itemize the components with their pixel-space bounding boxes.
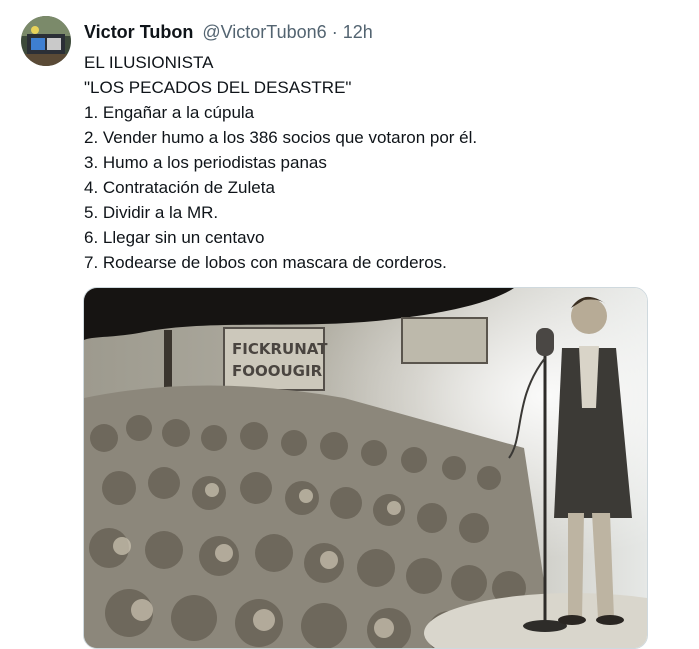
tweet-line: "LOS PECADOS DEL DESASTRE" — [84, 78, 352, 97]
tweet-media-image[interactable]: FICKRUNAT FOOOUGIR — [83, 287, 648, 649]
tweet-header: Victor Tubon @VictorTubon6 · 12h — [84, 21, 373, 43]
author-handle[interactable]: @VictorTubon6 — [202, 22, 326, 42]
tweet-text: EL ILUSIONISTA "LOS PECADOS DEL DESASTRE… — [84, 50, 684, 275]
banner-text-1: FICKRUNAT — [232, 340, 328, 358]
tweet-line: 4. Contratación de Zuleta — [84, 178, 275, 197]
author-display-name[interactable]: Victor Tubon — [84, 22, 193, 42]
tweet-line: 3. Humo a los periodistas panas — [84, 153, 327, 172]
avatar-image — [21, 16, 71, 66]
tweet-line: EL ILUSIONISTA — [84, 53, 214, 72]
tweet-line: 1. Engañar a la cúpula — [84, 103, 255, 122]
tweet-line: 5. Dividir a la MR. — [84, 203, 219, 222]
header-separator: · — [331, 22, 338, 42]
tweet-timestamp[interactable]: 12h — [343, 22, 373, 42]
tweet-line: 6. Llegar sin un centavo — [84, 228, 265, 247]
tweet-line: 7. Rodearse de lobos con mascara de cord… — [84, 253, 447, 272]
tweet-line: 2. Vender humo a los 386 socios que vota… — [84, 128, 478, 147]
banner-text-2: FOOOUGIR — [232, 362, 323, 380]
author-avatar[interactable] — [21, 16, 71, 66]
tweet-card: Victor Tubon @VictorTubon6 · 12h EL ILUS… — [0, 0, 699, 649]
illustration-crowd-and-speaker: FICKRUNAT FOOOUGIR — [84, 288, 647, 648]
